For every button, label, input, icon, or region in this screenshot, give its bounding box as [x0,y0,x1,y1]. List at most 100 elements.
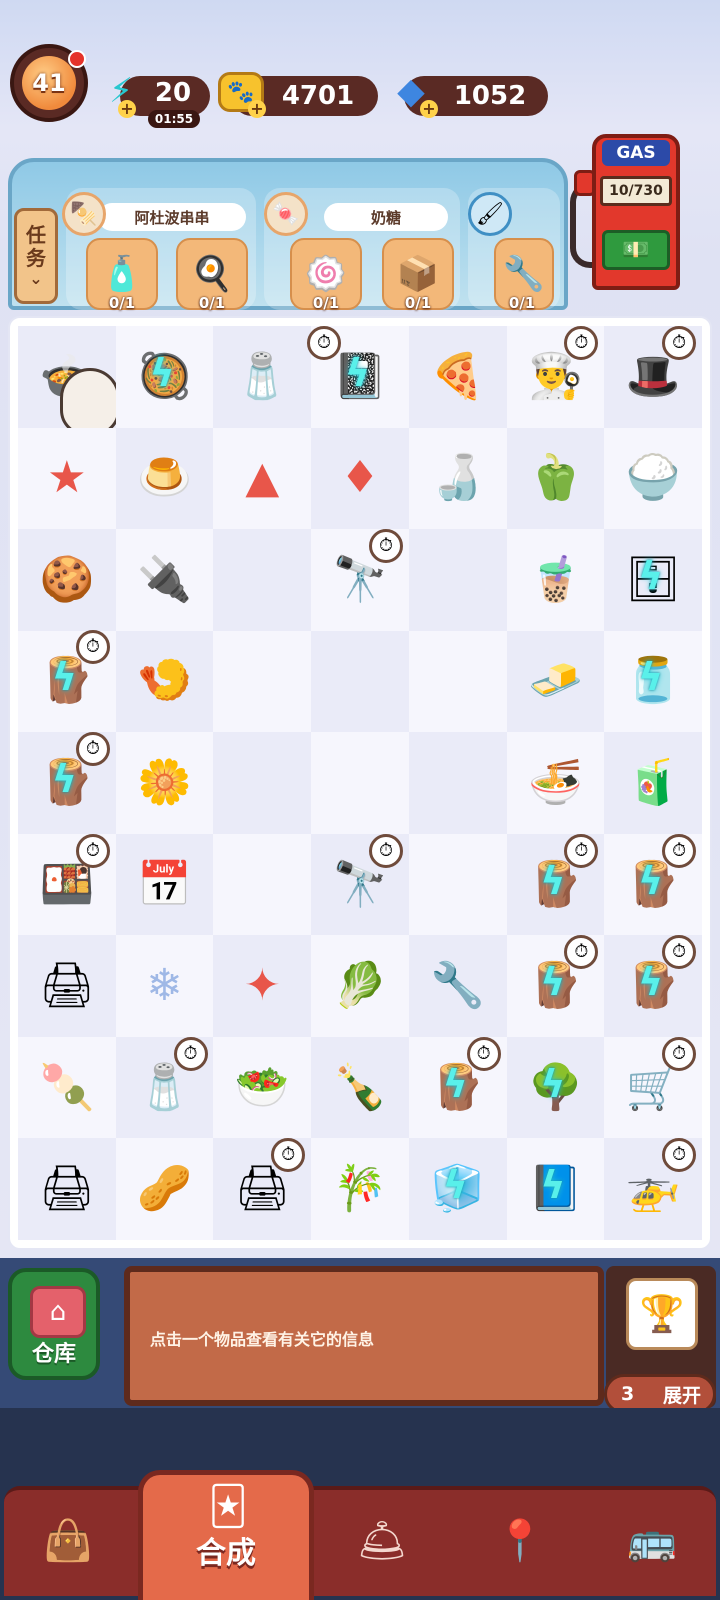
warehouse-button[interactable]: ⌂ 仓库 [8,1268,100,1380]
board-cell[interactable]: 🧈 [506,630,605,733]
board-cell[interactable]: 🥘 ϟ [115,326,214,428]
log-bundle-icon[interactable]: 🪵 ϟ ⏱ [518,935,599,1023]
log-bundle-icon[interactable]: 🪵 ϟ ⏱ [30,731,110,820]
board-cell[interactable]: 🥗 [213,1036,312,1139]
nut-plate-icon[interactable]: 🥜 [128,1152,202,1226]
board-cell[interactable]: 🖨 [18,935,116,1037]
printer-icon[interactable]: 🖨 [30,1152,104,1226]
condiment-shelf-icon[interactable]: 🧂 ⏱ [128,1036,208,1125]
calendar-icon[interactable]: 📅 [128,848,202,922]
drink-dispenser-icon[interactable]: 🧃 [616,746,690,820]
noodle-plate-icon[interactable]: 🍜 [518,746,592,820]
gas-pump[interactable]: GAS 10/730 💵 [570,134,688,290]
diamond-shard-icon[interactable]: ♦ [323,441,397,515]
map-pin-icon[interactable]: 📍 [470,1500,570,1580]
rice-board-icon[interactable]: 🍚 [616,441,690,515]
board-cell[interactable]: ♦ [311,427,409,530]
board-cell[interactable]: 🎩 ⏱ [604,325,702,428]
board-cell[interactable]: 🍶 [408,427,507,530]
pizza-icon[interactable]: 🍕 [421,340,495,414]
board-cell[interactable]: 🥜 [115,1138,214,1240]
board-cell[interactable]: 🫙 ϟ [604,630,702,733]
log-bundle-icon[interactable]: 🪵 ϟ ⏱ [616,935,697,1023]
four-point-star-icon[interactable]: ✦ [225,949,299,1023]
log-pile-icon[interactable]: 🪵 ϟ ⏱ [421,1036,501,1125]
board-cell[interactable]: 🪵 ϟ ⏱ [18,731,116,834]
cloche-icon[interactable]: 🛎 [332,1500,432,1580]
snack-cart-icon[interactable]: 🛒 ⏱ [616,1036,697,1125]
board-cell[interactable]: 🪵 ϟ ⏱ [408,1036,507,1139]
board-cell[interactable]: 🛒 ⏱ [604,1036,702,1139]
flower-icon[interactable]: 🌼 [128,746,202,820]
board-cell[interactable]: 🔧 [408,935,507,1037]
board-cell[interactable]: ▲ [213,427,312,530]
shrimp-icon[interactable]: 🍤 [128,644,202,718]
pepper-icon[interactable]: 🫑 [518,441,592,515]
triangle-shard-icon[interactable]: ▲ [225,441,299,515]
chef-hat-dark-icon[interactable]: 🎩 ⏱ [616,325,697,414]
board-cell[interactable]: 🚁 ⏱ [604,1138,702,1240]
board-cell[interactable]: 🍜 [506,732,605,834]
log-bundle-icon[interactable]: 🪵 ϟ ⏱ [518,833,599,922]
board-cell[interactable]: ✦ [213,935,312,1037]
telescope-icon[interactable]: 🔭 ⏱ [323,833,403,922]
board-cell[interactable]: 🍤 [115,630,214,733]
energy-cup-icon[interactable]: 🏆 [626,1278,698,1350]
board-cell[interactable]: 🔭 ⏱ [311,833,409,936]
notebook-icon[interactable]: 📓 ϟ ⏱ [306,325,397,414]
board-cell[interactable]: 🖨 [18,1138,116,1240]
jar-icon[interactable]: 🫙 ϟ [616,644,690,718]
board-cell[interactable]: 🌼 [115,732,214,834]
pudding-tray-icon[interactable]: 🍮 [128,441,202,515]
safe-box-icon[interactable]: 🗄 ϟ [616,543,690,617]
tasks-tab[interactable]: 任 务 ⌄ [14,208,58,304]
board-cell[interactable]: ★ [18,427,116,530]
cabbage-icon[interactable]: 🥬 [323,949,397,1023]
board-cell[interactable]: 🪵 ϟ ⏱ [604,935,702,1037]
board-cell[interactable]: 🪵 ϟ ⏱ [18,630,116,733]
board-cell[interactable]: 🍱 ⏱ [18,833,116,936]
drone-icon[interactable]: 🚁 ⏱ [616,1138,697,1226]
board-cell[interactable]: 🧂 [213,326,312,428]
soup-pot-icon[interactable]: 🥘 ϟ [128,340,202,414]
board-cell[interactable]: 🪵 ϟ ⏱ [604,833,702,936]
board-cell[interactable]: 📘 ϟ [506,1138,605,1240]
star-icon[interactable]: ★ [30,441,104,515]
board-cell[interactable]: 🍕 [408,326,507,428]
board-cell[interactable]: 📓 ϟ ⏱ [306,325,409,428]
board-cell[interactable]: 🎋 [311,1138,409,1240]
condiment-shelf-icon[interactable]: 🧂 [225,340,299,414]
sugarcane-icon[interactable]: 🎋 [323,1152,397,1226]
sauce-bottle-icon[interactable]: 🍶 [421,441,495,515]
telescope-icon[interactable]: 🔭 ⏱ [323,528,403,617]
board-cell[interactable]: 🧊 ϟ [408,1138,507,1240]
paw-plus-icon[interactable]: + [248,100,266,118]
skewer-card-icon[interactable]: 🍡 [30,1051,104,1125]
log-bundle-icon[interactable]: 🪵 ϟ ⏱ [616,833,697,922]
board-cell[interactable]: 🪵 ϟ ⏱ [506,833,605,936]
oil-bottle-icon[interactable]: 🍾 [323,1051,397,1125]
herb-board-icon[interactable]: 🥗 [225,1051,299,1125]
meatball-icon[interactable]: 🍪 [30,543,104,617]
chef-hat-icon[interactable]: 👨‍🍳 ⏱ [518,325,599,414]
board-cell[interactable]: 📅 [115,833,214,936]
cabinet-icon[interactable]: 🧊 ϟ [421,1152,495,1226]
energy-plus-icon[interactable]: + [118,100,136,118]
wrench-icon[interactable]: 🔧 [421,949,495,1023]
board-cell[interactable]: ❄ [115,935,214,1037]
board-cell[interactable]: 🍚 [604,427,702,530]
board-cell[interactable]: 🥬 [311,935,409,1037]
plug-icon[interactable]: 🔌 [128,543,202,617]
bag-icon[interactable]: 👜 [18,1500,118,1580]
printer-icon[interactable]: 🖨 ⏱ [225,1138,306,1226]
bubble-tea-icon[interactable]: 🧋 [518,543,592,617]
blue-notebook-icon[interactable]: 📘 ϟ [518,1152,592,1226]
printer-icon[interactable]: 🖨 [30,949,104,1023]
board-cell[interactable]: 🍡 [18,1036,116,1139]
board-cell[interactable]: 🔭 ⏱ [311,528,409,631]
board-cell[interactable]: 👨‍🍳 ⏱ [506,325,605,428]
board-cell[interactable]: 🖨 ⏱ [213,1138,312,1240]
bonsai-icon[interactable]: 🌳 ϟ [518,1051,592,1125]
level-badge[interactable]: 41 [10,44,88,122]
board-cell[interactable]: 🧋 [506,529,605,631]
